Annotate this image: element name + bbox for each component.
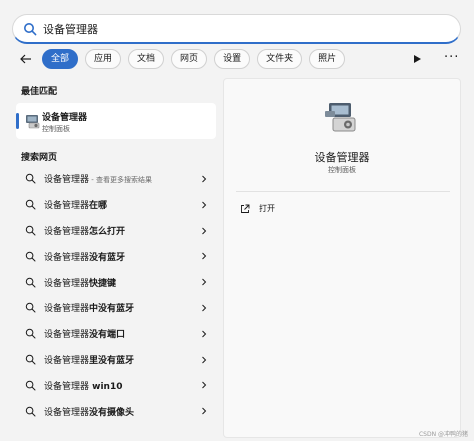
search-box[interactable] — [12, 14, 461, 44]
detail-panel: 设备管理器 控制面板 打开 — [223, 78, 461, 438]
web-search-item-text: 设备管理器没有蓝牙 — [44, 250, 125, 263]
more-options-button[interactable]: ··· — [444, 50, 459, 66]
query-text: 设备管理器 — [44, 252, 90, 263]
query-text: 设备管理器 — [44, 175, 90, 186]
tab-folders[interactable]: 文件夹 — [257, 49, 303, 69]
filter-row: 全部 应用 文档 网页 设置 文件夹 照片 ··· — [16, 49, 462, 69]
suggestion-text: 中没有蓝牙 — [89, 304, 135, 315]
best-match-subtitle: 控制面板 — [42, 125, 70, 133]
search-icon — [25, 225, 36, 236]
best-match-name: 设备管理器 — [42, 113, 88, 123]
selection-indicator — [16, 113, 19, 129]
web-search-item-text: 设备管理器怎么打开 — [44, 224, 125, 237]
search-icon — [25, 354, 36, 365]
search-icon — [25, 406, 36, 417]
web-search-item-text: 设备管理器里没有蓝牙 — [44, 353, 134, 366]
suggestion-text: 没有摄像头 — [89, 407, 135, 418]
query-text: 设备管理器 — [44, 278, 90, 289]
play-icon[interactable] — [411, 53, 423, 65]
tab-all[interactable]: 全部 — [42, 49, 79, 69]
query-text: 设备管理器 — [44, 381, 90, 392]
chevron-right-icon — [202, 330, 207, 338]
open-action[interactable]: 打开 — [240, 203, 275, 214]
web-search-item[interactable]: 设备管理器在哪 — [16, 192, 216, 218]
suggestion-text: 怎么打开 — [89, 226, 126, 237]
web-search-item[interactable]: 设备管理器没有蓝牙 — [16, 243, 216, 269]
suggestion-text: 快捷键 — [89, 278, 117, 289]
chevron-right-icon — [202, 227, 207, 234]
chevron-right-icon — [202, 201, 207, 209]
chevron-right-icon — [202, 175, 207, 183]
query-text: 设备管理器 — [44, 226, 90, 237]
web-search-item[interactable]: 设备管理器怎么打开 — [16, 218, 216, 244]
chevron-right-icon — [202, 278, 207, 286]
tab-apps[interactable]: 应用 — [85, 49, 122, 69]
query-text: 设备管理器 — [44, 355, 90, 366]
web-search-item[interactable]: 设备管理器没有端口 — [16, 321, 216, 347]
web-search-item-text: 设备管理器 - 查看更多搜索结果 — [44, 172, 152, 185]
best-match-result[interactable]: 设备管理器 控制面板 — [16, 103, 216, 139]
web-search-heading: 搜索网页 — [21, 153, 58, 163]
web-search-item[interactable]: 设备管理器 win10 — [16, 372, 216, 398]
web-search-item-text: 设备管理器 win10 — [44, 379, 122, 392]
chevron-right-icon — [202, 382, 207, 389]
search-icon — [25, 174, 36, 184]
web-search-item[interactable]: 设备管理器中没有蓝牙 — [16, 295, 216, 321]
query-text: 设备管理器 — [44, 304, 90, 315]
chevron-right-icon — [202, 253, 207, 260]
search-icon — [25, 251, 36, 262]
web-search-item[interactable]: 设备管理器里没有蓝牙 — [16, 347, 216, 373]
search-input[interactable] — [43, 18, 423, 39]
detail-title: 设备管理器 — [314, 151, 370, 164]
search-icon — [25, 277, 36, 288]
watermark: CSDN @冲鸭的猪 — [418, 431, 468, 438]
device-manager-large-icon — [325, 103, 356, 132]
best-match-heading: 最佳匹配 — [21, 87, 58, 97]
chevron-right-icon — [202, 407, 207, 415]
device-manager-icon — [26, 115, 40, 129]
suggestion-text: win10 — [89, 381, 123, 392]
open-action-label: 打开 — [259, 204, 275, 213]
web-search-item-text: 设备管理器中没有蓝牙 — [44, 301, 134, 314]
arrow-left-icon — [20, 54, 31, 64]
query-text: 设备管理器 — [44, 201, 90, 212]
query-text: 设备管理器 — [44, 330, 90, 341]
web-search-item[interactable]: 设备管理器没有摄像头 — [16, 398, 216, 424]
suggestion-text: 在哪 — [89, 201, 108, 212]
divider — [236, 191, 450, 192]
tab-documents[interactable]: 文档 — [128, 49, 165, 69]
web-search-item-text: 设备管理器快捷键 — [44, 276, 116, 289]
search-icon — [25, 380, 36, 391]
suggestion-text: 没有端口 — [89, 330, 126, 341]
tab-photos[interactable]: 照片 — [309, 49, 346, 69]
tab-web[interactable]: 网页 — [171, 49, 208, 69]
web-search-item-text: 设备管理器没有端口 — [44, 327, 125, 340]
search-icon — [25, 328, 36, 339]
detail-type: 控制面板 — [328, 166, 356, 174]
chevron-right-icon — [202, 304, 207, 312]
web-search-item[interactable]: 设备管理器 - 查看更多搜索结果 — [16, 166, 216, 192]
web-search-item[interactable]: 设备管理器快捷键 — [16, 269, 216, 295]
search-icon — [25, 199, 36, 210]
suggestion-hint: - 查看更多搜索结果 — [89, 176, 152, 185]
search-icon — [25, 303, 36, 313]
back-button[interactable] — [16, 49, 36, 69]
suggestion-text: 没有蓝牙 — [89, 252, 126, 263]
suggestion-text: 里没有蓝牙 — [89, 355, 135, 366]
open-external-icon — [241, 204, 250, 213]
web-search-list: 设备管理器 - 查看更多搜索结果 设备管理器在哪 设备管理器怎么打开 设备管理器没有蓝… — [16, 166, 216, 424]
chevron-right-icon — [202, 356, 207, 363]
query-text: 设备管理器 — [44, 407, 90, 418]
web-search-item-text: 设备管理器在哪 — [44, 198, 107, 211]
search-icon — [24, 22, 37, 35]
tab-settings[interactable]: 设置 — [214, 49, 251, 69]
web-search-item-text: 设备管理器没有摄像头 — [44, 405, 134, 418]
